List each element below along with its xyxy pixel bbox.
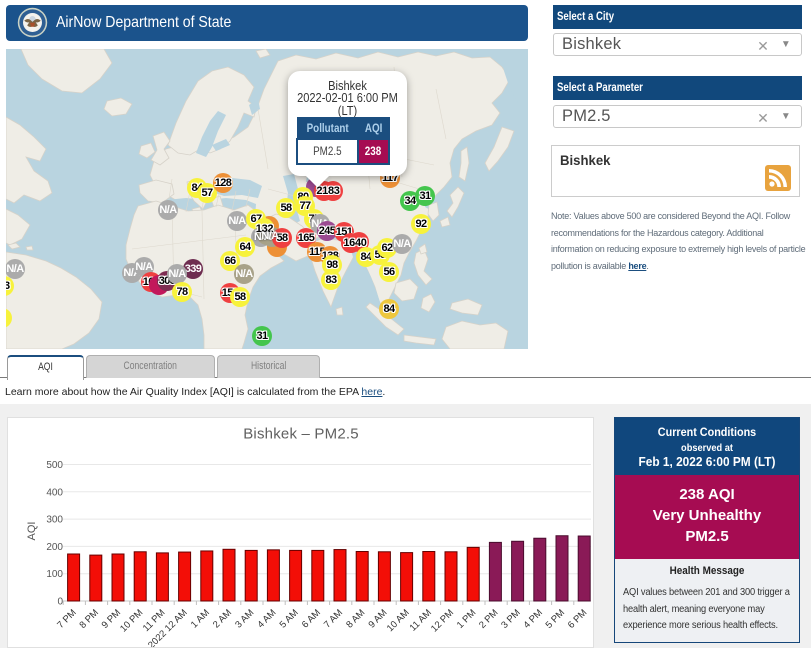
svg-text:4 AM: 4 AM xyxy=(255,607,278,630)
svg-text:5 PM: 5 PM xyxy=(544,607,568,631)
svg-text:0: 0 xyxy=(57,597,63,608)
svg-text:10 AM: 10 AM xyxy=(385,607,412,634)
svg-text:1 AM: 1 AM xyxy=(189,607,212,630)
svg-text:3 PM: 3 PM xyxy=(499,607,523,631)
svg-text:10 PM: 10 PM xyxy=(118,607,145,634)
svg-text:6 AM: 6 AM xyxy=(300,607,323,630)
svg-text:400: 400 xyxy=(46,487,63,498)
svg-text:300: 300 xyxy=(46,515,63,526)
svg-text:5 AM: 5 AM xyxy=(278,607,301,630)
svg-text:1 PM: 1 PM xyxy=(455,607,479,631)
svg-text:8 PM: 8 PM xyxy=(77,607,101,631)
svg-text:7 AM: 7 AM xyxy=(322,607,345,630)
svg-text:500: 500 xyxy=(46,460,63,471)
svg-text:Bishkek – PM2.5: Bishkek – PM2.5 xyxy=(243,426,359,443)
svg-text:2 PM: 2 PM xyxy=(477,607,501,631)
svg-text:2 AM: 2 AM xyxy=(211,607,234,630)
svg-text:6 PM: 6 PM xyxy=(566,607,590,631)
svg-text:8 AM: 8 AM xyxy=(344,607,367,630)
svg-text:7 PM: 7 PM xyxy=(55,607,79,631)
svg-text:4 PM: 4 PM xyxy=(521,607,545,631)
svg-text:11 AM: 11 AM xyxy=(408,607,434,633)
svg-text:200: 200 xyxy=(46,542,63,553)
svg-text:3 AM: 3 AM xyxy=(233,607,256,630)
svg-text:AQI: AQI xyxy=(26,522,38,541)
svg-text:100: 100 xyxy=(46,569,63,580)
svg-text:12 PM: 12 PM xyxy=(429,607,456,634)
